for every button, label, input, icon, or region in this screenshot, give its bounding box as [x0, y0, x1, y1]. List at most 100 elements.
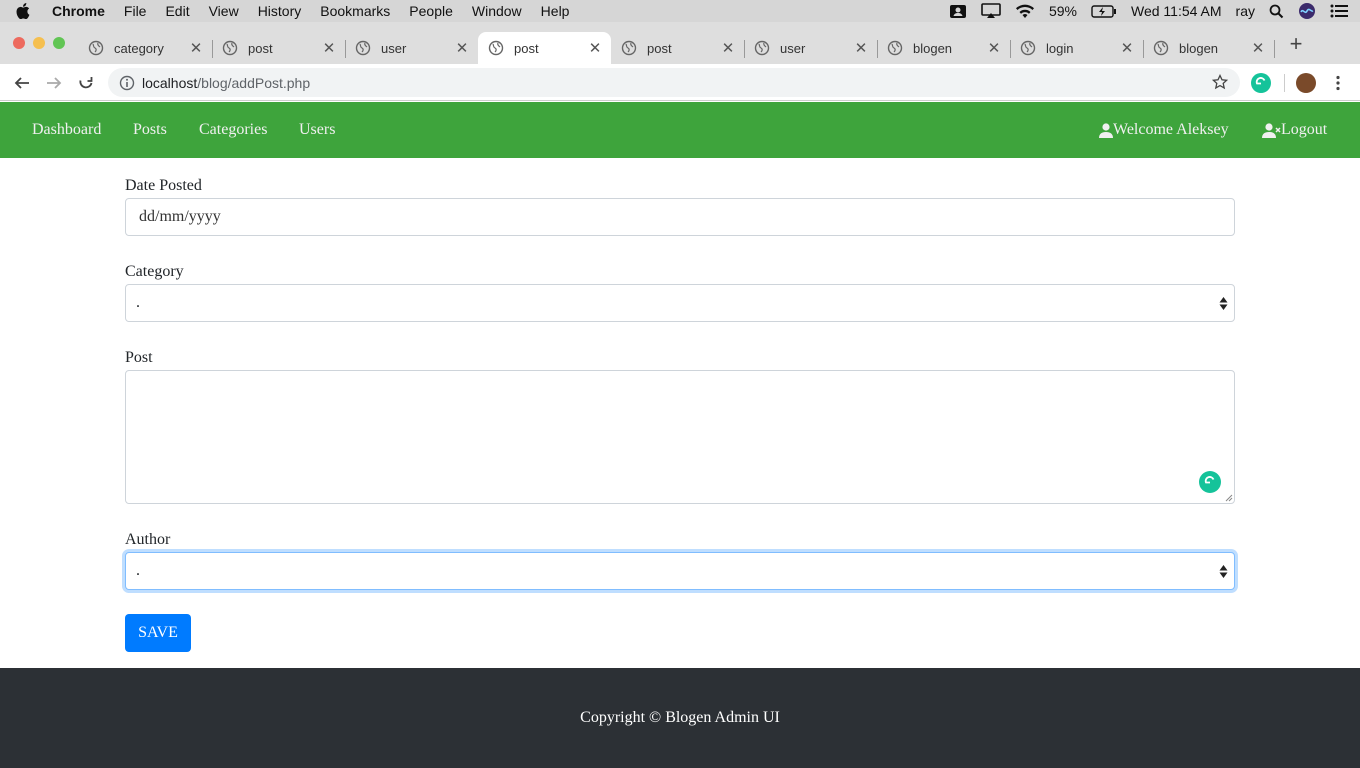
macos-menubar: Chrome File Edit View History Bookmarks … — [0, 0, 1360, 22]
browser-tab[interactable]: blogen ✕ — [1143, 32, 1275, 64]
nav-link-categories[interactable]: Categories — [199, 121, 267, 139]
globe-favicon-icon — [88, 40, 104, 56]
menu-help[interactable]: Help — [541, 3, 570, 19]
globe-favicon-icon — [754, 40, 770, 56]
bookmark-star-icon[interactable] — [1212, 74, 1228, 90]
wifi-icon[interactable] — [1015, 4, 1035, 19]
tab-title: blogen — [913, 40, 953, 56]
welcome-user-link[interactable]: Welcome Aleksey — [1099, 121, 1229, 139]
browser-tab[interactable]: post ✕ — [611, 32, 745, 64]
menubar-clock[interactable]: Wed 11:54 AM — [1131, 3, 1222, 19]
globe-favicon-icon — [1153, 40, 1169, 56]
date-posted-label: Date Posted — [125, 177, 202, 194]
menubar-user[interactable]: ray — [1236, 3, 1255, 19]
menu-window[interactable]: Window — [472, 3, 522, 19]
app-navbar: Dashboard Posts Categories Users Welcome… — [0, 102, 1360, 158]
apple-icon[interactable] — [16, 3, 42, 19]
chrome-menu-icon[interactable] — [1328, 73, 1348, 93]
save-button[interactable]: SAVE — [125, 614, 191, 652]
reload-icon[interactable] — [76, 73, 96, 93]
url-text: localhost/blog/addPost.php — [142, 75, 310, 91]
globe-favicon-icon — [621, 40, 637, 56]
globe-favicon-icon — [1020, 40, 1036, 56]
welcome-text: Welcome Aleksey — [1113, 121, 1229, 138]
nav-link-dashboard[interactable]: Dashboard — [32, 121, 101, 139]
globe-favicon-icon — [887, 40, 903, 56]
tab-close-icon[interactable]: ✕ — [587, 40, 603, 57]
nav-link-users[interactable]: Users — [299, 121, 335, 139]
tab-close-icon[interactable]: ✕ — [321, 40, 337, 57]
tab-title: post — [248, 40, 273, 56]
menu-view[interactable]: View — [209, 3, 239, 19]
post-label: Post — [125, 349, 153, 366]
user-times-icon — [1262, 122, 1281, 138]
page-footer: Copyright © Blogen Admin UI — [0, 668, 1360, 768]
browser-tab[interactable]: user ✕ — [345, 32, 478, 64]
browser-tab[interactable]: post ✕ — [212, 32, 346, 64]
address-bar[interactable]: localhost/blog/addPost.php — [108, 68, 1240, 97]
tab-close-icon[interactable]: ✕ — [188, 40, 204, 57]
browser-tab[interactable]: user ✕ — [744, 32, 878, 64]
category-selected-value: . — [136, 294, 140, 311]
tab-close-icon[interactable]: ✕ — [853, 40, 869, 57]
battery-percent: 59% — [1048, 3, 1077, 19]
menu-file[interactable]: File — [124, 3, 147, 19]
airplay-icon[interactable] — [981, 3, 1001, 19]
tab-close-icon[interactable]: ✕ — [986, 40, 1002, 57]
contacts-icon[interactable] — [949, 3, 967, 19]
tab-close-icon[interactable]: ✕ — [1250, 40, 1266, 57]
tab-title: user — [381, 40, 407, 56]
browser-tab-active[interactable]: post ✕ — [478, 32, 611, 64]
logout-link[interactable]: Logout — [1262, 121, 1327, 139]
resize-handle-icon[interactable] — [1225, 494, 1233, 502]
tab-close-icon[interactable]: ✕ — [1119, 40, 1135, 57]
date-posted-input[interactable]: dd/mm/yyyy — [125, 198, 1235, 236]
back-arrow-icon[interactable] — [12, 73, 32, 93]
window-controls — [13, 37, 65, 49]
site-info-icon[interactable] — [119, 75, 135, 91]
select-arrows-icon — [1219, 297, 1228, 310]
browser-tab[interactable]: blogen ✕ — [877, 32, 1011, 64]
close-window-button[interactable] — [13, 37, 25, 49]
grammarly-icon[interactable] — [1199, 471, 1221, 493]
profile-avatar[interactable] — [1296, 73, 1316, 93]
date-placeholder: dd/mm/yyyy — [139, 208, 221, 225]
battery-icon[interactable] — [1091, 4, 1117, 18]
siri-icon[interactable] — [1298, 2, 1316, 20]
tab-title: login — [1046, 40, 1074, 56]
globe-favicon-icon — [222, 40, 238, 56]
nav-link-posts[interactable]: Posts — [133, 121, 167, 139]
copyright-text: Copyright © Blogen Admin UI — [580, 709, 780, 726]
zoom-window-button[interactable] — [53, 37, 65, 49]
menu-app-name[interactable]: Chrome — [52, 3, 105, 19]
tab-title: category — [114, 40, 164, 56]
tab-title: post — [647, 40, 672, 56]
category-select[interactable]: . — [125, 284, 1235, 322]
menu-edit[interactable]: Edit — [165, 3, 189, 19]
browser-tab[interactable]: login ✕ — [1010, 32, 1144, 64]
select-arrows-icon — [1219, 565, 1228, 578]
url-host: localhost — [142, 74, 198, 91]
tab-title: user — [780, 40, 806, 56]
browser-toolbar: localhost/blog/addPost.php — [0, 64, 1360, 101]
tab-close-icon[interactable]: ✕ — [454, 40, 470, 57]
globe-favicon-icon — [488, 40, 504, 56]
forward-arrow-icon[interactable] — [44, 73, 64, 93]
menu-bookmarks[interactable]: Bookmarks — [320, 3, 390, 19]
spotlight-search-icon[interactable] — [1269, 4, 1284, 19]
menu-history[interactable]: History — [258, 3, 302, 19]
tab-title: blogen — [1179, 40, 1219, 56]
notification-center-icon[interactable] — [1330, 4, 1348, 18]
globe-favicon-icon — [355, 40, 371, 56]
post-textarea[interactable] — [125, 370, 1235, 504]
tab-close-icon[interactable]: ✕ — [720, 40, 736, 57]
grammarly-extension-icon[interactable] — [1251, 73, 1271, 93]
new-tab-button[interactable]: + — [1284, 31, 1308, 56]
url-path: /blog/addPost.php — [197, 74, 311, 91]
author-selected-value: . — [136, 562, 140, 579]
author-select[interactable]: . — [125, 552, 1235, 590]
user-icon — [1099, 122, 1113, 138]
browser-tab[interactable]: category ✕ — [78, 32, 213, 64]
menu-people[interactable]: People — [409, 3, 453, 19]
minimize-window-button[interactable] — [33, 37, 45, 49]
